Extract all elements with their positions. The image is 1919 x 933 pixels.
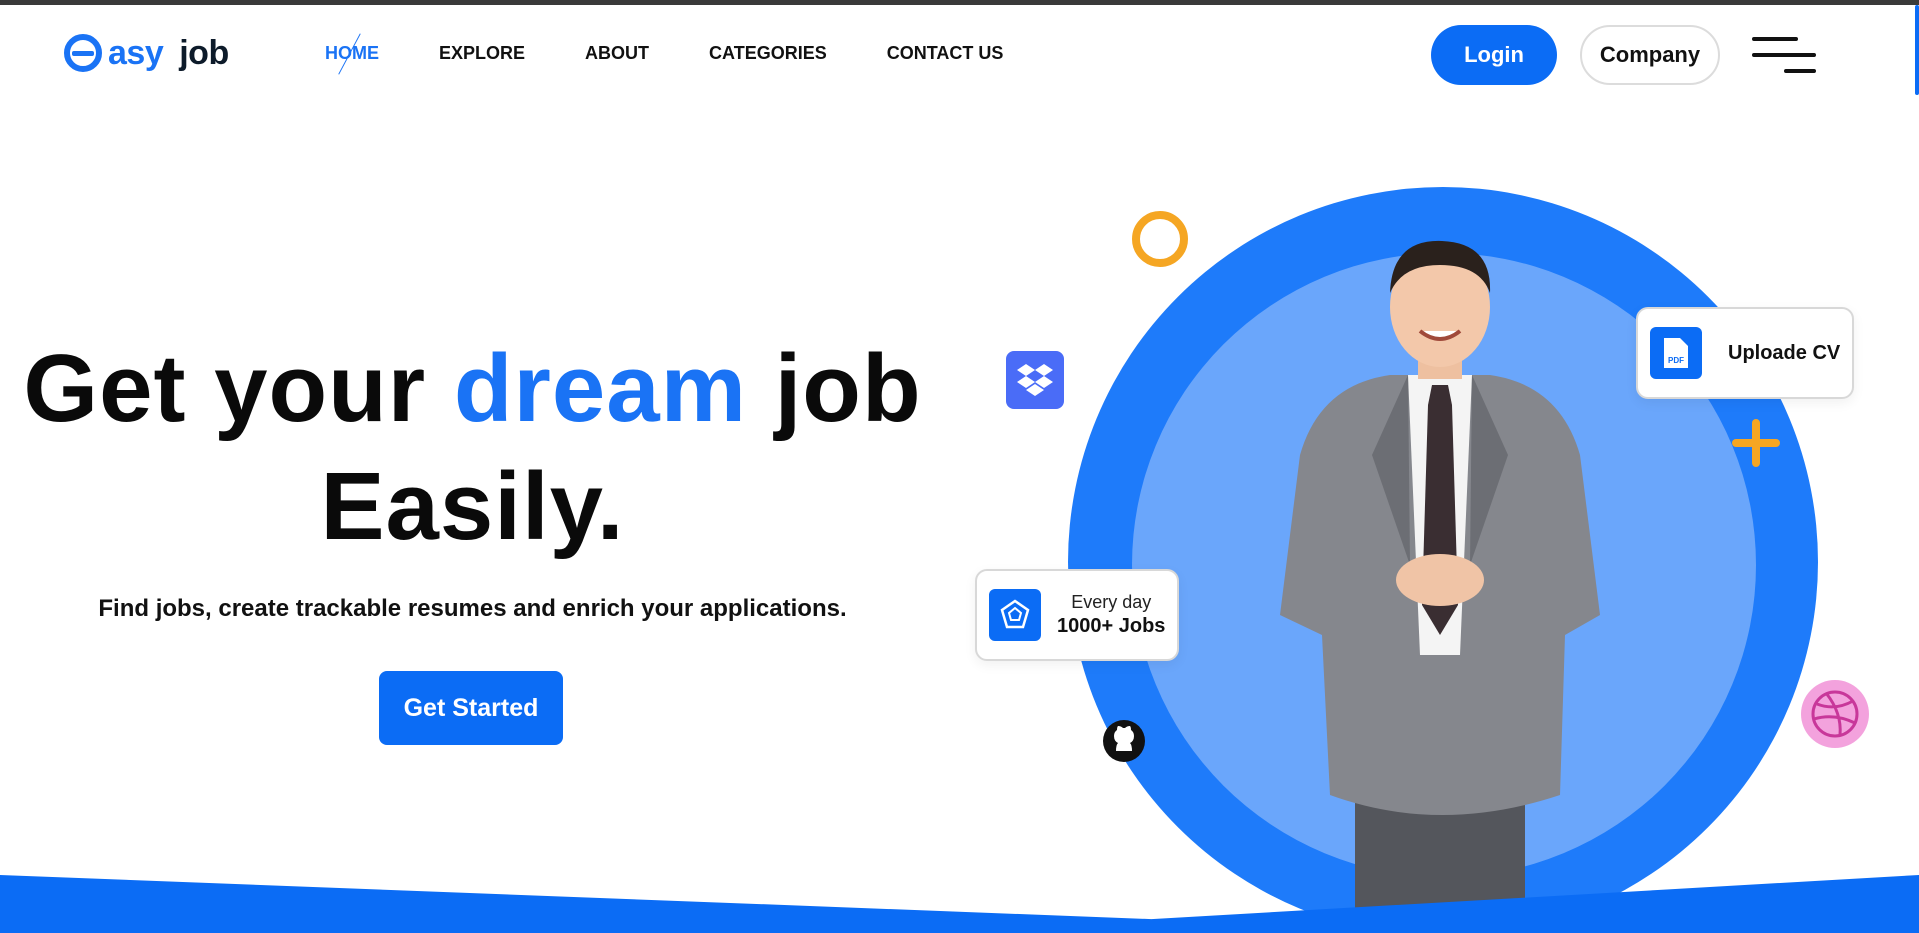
menu-line [1752,53,1816,57]
login-button[interactable]: Login [1431,25,1557,85]
dropbox-icon [1006,351,1064,409]
daily-jobs-card: Every day 1000+ Jobs [975,569,1179,661]
pdf-icon-text: PDF [1668,356,1684,365]
businessman-image [1280,240,1600,915]
hero-title-line2: Easily. [320,453,625,560]
nav-item-contact-us[interactable]: CONTACT US [887,43,1004,64]
logo-job-text: job [179,33,229,72]
daily-jobs-small-label: Every day [1071,592,1152,612]
dodecahedron-icon [989,589,1041,641]
upload-cv-card[interactable]: PDF Uploade CV [1636,307,1854,399]
hero-subtitle: Find jobs, create trackable resumes and … [98,595,847,622]
menu-line [1784,69,1816,73]
nav-item-explore[interactable]: EXPLORE [439,43,525,64]
github-icon [1103,720,1145,762]
nav-item-categories[interactable]: CATEGORIES [709,43,827,64]
logo-e-mark [64,34,102,72]
scrollbar[interactable] [1915,5,1919,95]
company-button[interactable]: Company [1580,25,1720,85]
page: asy job HOME EXPLORE ABOUT CATEGORIES CO… [0,5,1919,933]
orange-ring-shape [1132,211,1188,267]
orange-plus-shape [1732,419,1780,467]
hamburger-menu-icon[interactable] [1752,35,1816,79]
upload-cv-label: Uploade CV [1728,341,1841,364]
nav-item-about[interactable]: ABOUT [585,43,649,64]
hero-title-accent: dream [453,335,747,442]
main-nav: HOME EXPLORE ABOUT CATEGORIES CONTACT US [325,43,1063,64]
hero-title-part1: Get your [23,335,454,442]
hero-title-part2: job [746,335,922,442]
menu-line [1752,37,1798,41]
nav-item-home[interactable]: HOME [325,43,379,64]
hero-title: Get your dream job Easily. [0,330,945,566]
dribbble-icon [1801,680,1869,748]
daily-jobs-text: Every day 1000+ Jobs [1057,592,1165,638]
logo[interactable]: asy job [64,31,229,75]
pdf-file-icon: PDF [1650,327,1702,379]
logo-easy-text: asy [108,33,164,72]
daily-jobs-count: 1000+ Jobs [1057,615,1166,637]
get-started-button[interactable]: Get Started [379,671,563,745]
